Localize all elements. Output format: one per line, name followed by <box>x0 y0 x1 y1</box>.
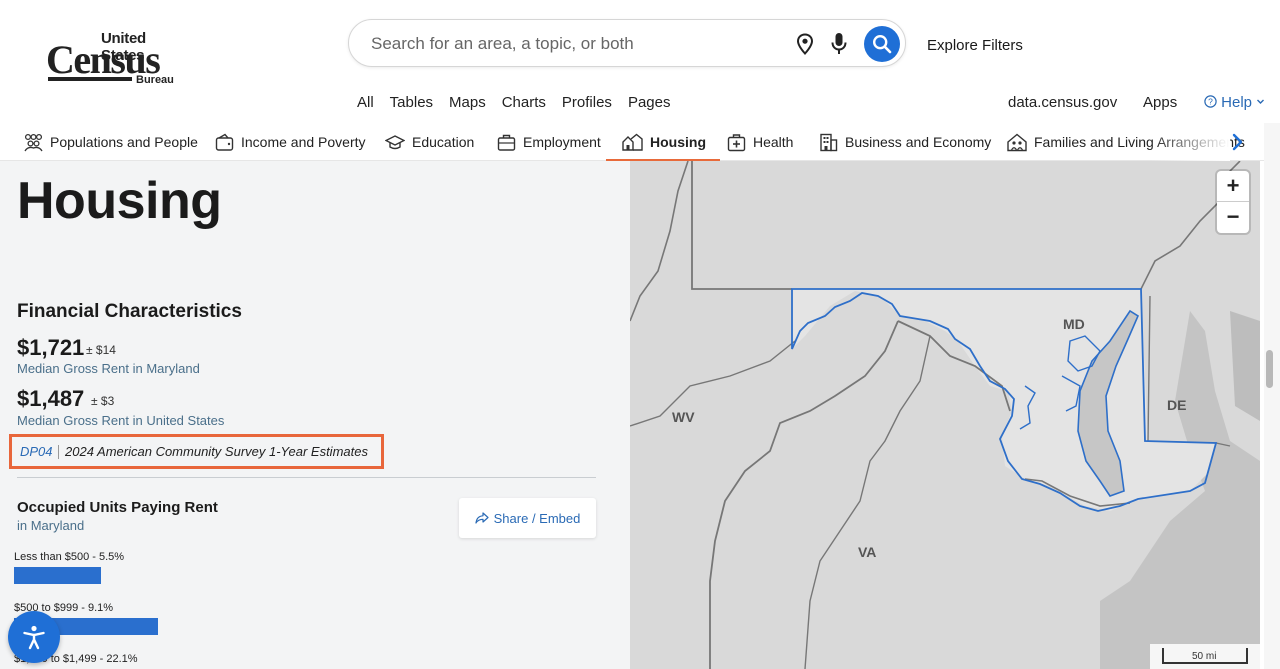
nav-maps[interactable]: Maps <box>449 94 486 111</box>
chevron-right-icon[interactable] <box>1226 131 1248 153</box>
search-input[interactable] <box>371 32 771 56</box>
zoom-in-button[interactable]: + <box>1217 171 1249 201</box>
page-title: Housing <box>17 172 222 230</box>
nav-tables[interactable]: Tables <box>390 94 433 111</box>
source-survey-name: 2024 American Community Survey 1-Year Es… <box>65 444 368 459</box>
section-title: Financial Characteristics <box>17 301 242 322</box>
state-label-va: VA <box>858 544 877 560</box>
scale-label: 50 mi <box>1192 651 1217 662</box>
map-panel[interactable]: MD WV DE VA + − 50 mi <box>630 161 1260 669</box>
topic-content-panel: Housing Financial Characteristics $1,721… <box>0 161 630 669</box>
nav-charts[interactable]: Charts <box>502 94 546 111</box>
nav-pages[interactable]: Pages <box>628 94 671 111</box>
tab-label: Employment <box>523 134 601 150</box>
search-button[interactable] <box>864 26 900 62</box>
tab-label: Housing <box>650 134 706 150</box>
logo-bar <box>48 77 132 81</box>
share-label: Share / Embed <box>493 510 581 526</box>
medical-kit-icon <box>727 133 746 151</box>
map-scale-bar: 50 mi <box>1150 644 1260 669</box>
search-box <box>348 19 906 67</box>
wallet-icon <box>215 133 234 151</box>
tab-label: Health <box>753 134 794 150</box>
result-type-nav: All Tables Maps Charts Profiles Pages <box>357 94 686 111</box>
stat-value-us: $1,487 <box>17 386 85 411</box>
building-icon <box>820 133 838 151</box>
location-pin-icon[interactable] <box>795 33 815 55</box>
source-table-link[interactable]: DP04 <box>20 444 53 459</box>
scrollbar-thumb[interactable] <box>1266 350 1273 388</box>
utility-nav: data.census.gov Apps ? Help <box>1008 94 1265 111</box>
bar-label: Less than $500 - 5.5% <box>14 551 125 563</box>
explore-filters-link[interactable]: Explore Filters <box>927 37 1023 54</box>
apps-link[interactable]: Apps <box>1143 94 1177 111</box>
topic-tabs: Populations and People Income and Povert… <box>0 123 1280 162</box>
bar[interactable] <box>14 567 102 584</box>
logo-bottom-text: Bureau <box>136 74 174 86</box>
state-label-wv: WV <box>672 409 695 425</box>
tab-populations-and-people[interactable]: Populations and People <box>24 123 198 161</box>
chart-title: Occupied Units Paying Rent <box>17 499 218 516</box>
tab-label: Populations and People <box>50 134 198 150</box>
section-divider <box>17 477 596 478</box>
tab-label: Education <box>412 134 475 150</box>
share-icon <box>475 512 489 524</box>
briefcase-icon <box>497 134 516 151</box>
page-scrollbar[interactable] <box>1264 123 1280 669</box>
state-label-md: MD <box>1063 316 1085 332</box>
zoom-out-button[interactable]: − <box>1217 202 1249 232</box>
search-icon <box>872 34 892 54</box>
chart-subtitle: in Maryland <box>17 518 85 533</box>
source-divider <box>58 445 59 459</box>
tab-health[interactable]: Health <box>727 123 793 161</box>
accessibility-icon <box>23 625 45 650</box>
graduation-cap-icon <box>385 134 405 149</box>
tab-income-and-poverty[interactable]: Income and Poverty <box>215 123 366 161</box>
svg-text:?: ? <box>1208 97 1213 107</box>
stat-moe-us: ± $3 <box>91 394 115 408</box>
help-menu[interactable]: ? Help <box>1204 94 1265 111</box>
tab-overflow-fade <box>1150 123 1230 161</box>
state-label-de: DE <box>1167 397 1187 413</box>
data-census-link[interactable]: data.census.gov <box>1008 94 1117 111</box>
help-label: Help <box>1221 94 1253 111</box>
tab-education[interactable]: Education <box>385 123 474 161</box>
chevron-down-icon <box>1257 99 1265 104</box>
tab-business-and-economy[interactable]: Business and Economy <box>819 123 991 161</box>
stat-label-us: Median Gross Rent in United States <box>17 413 225 428</box>
source-citation: DP04 2024 American Community Survey 1-Ye… <box>9 434 384 469</box>
census-logo[interactable]: United States Census Bureau <box>46 30 186 88</box>
site-header: United States Census Bureau Explore Filt… <box>0 0 1280 123</box>
stat-value-maryland: $1,721 <box>17 335 85 360</box>
houses-icon <box>622 133 643 151</box>
help-circle-icon: ? <box>1204 95 1217 108</box>
state-boundaries-map <box>630 161 1260 669</box>
stat-moe-maryland: ± $14 <box>86 343 116 357</box>
stat-label-maryland: Median Gross Rent in Maryland <box>17 361 200 376</box>
tab-housing[interactable]: Housing <box>606 123 720 162</box>
people-icon <box>24 133 43 151</box>
family-house-icon <box>1007 133 1027 151</box>
share-embed-button[interactable]: Share / Embed <box>459 498 596 538</box>
nav-profiles[interactable]: Profiles <box>562 94 612 111</box>
zoom-controls: + − <box>1217 171 1249 233</box>
nav-all[interactable]: All <box>357 94 374 111</box>
microphone-icon[interactable] <box>829 32 849 56</box>
tab-employment[interactable]: Employment <box>497 123 601 161</box>
tab-label: Income and Poverty <box>241 134 366 150</box>
tab-label: Business and Economy <box>845 134 992 150</box>
accessibility-button[interactable] <box>8 611 60 663</box>
